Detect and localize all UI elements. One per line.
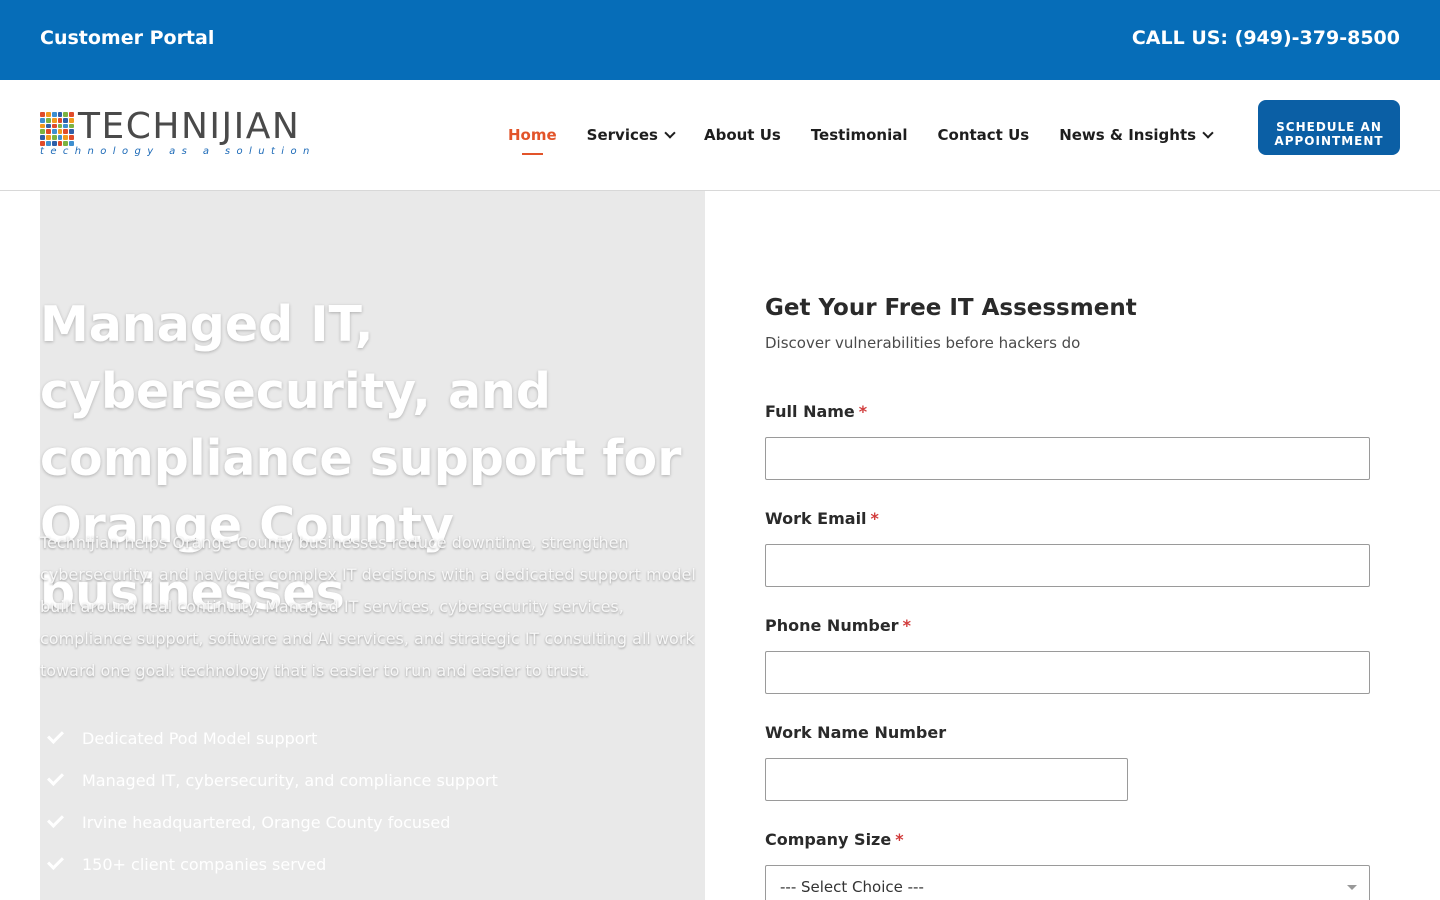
- nav-services[interactable]: Services: [586, 126, 676, 144]
- chevron-down-icon: [664, 126, 676, 139]
- bullet-text: Dedicated Pod Model support: [82, 728, 318, 748]
- chevron-down-icon: [1202, 126, 1214, 139]
- call-us-phone-link[interactable]: CALL US: (949)-379-8500: [1132, 27, 1400, 49]
- bullet-text: Irvine headquartered, Orange County focu…: [82, 812, 451, 832]
- nav-testimonial[interactable]: Testimonial: [811, 126, 908, 144]
- logo-mosaic-icon: [40, 112, 74, 146]
- nav-news-insights-label: News & Insights: [1059, 126, 1197, 144]
- work-email-label-text: Work Email: [765, 509, 867, 528]
- full-name-input[interactable]: [765, 437, 1370, 480]
- nav-home-label: Home: [508, 126, 557, 144]
- hero-section: Managed IT, cybersecurity, and complianc…: [40, 191, 705, 900]
- phone-number-label-text: Phone Number: [765, 616, 899, 635]
- nav-testimonial-label: Testimonial: [810, 126, 908, 144]
- list-item: Dedicated Pod Model support: [46, 717, 498, 759]
- nav-home[interactable]: Home: [508, 126, 557, 155]
- work-name-number-input[interactable]: [765, 758, 1128, 801]
- main-nav: Home Services About Us Testimonial Conta…: [508, 126, 1242, 155]
- cta-line-1: SCHEDULE AN: [1276, 120, 1382, 134]
- checkmark-icon: [47, 852, 64, 870]
- logo-wordmark: TECHNIJIAN: [78, 106, 301, 147]
- form-title: Get Your Free IT Assessment: [765, 295, 1137, 321]
- work-email-label: Work Email *: [765, 509, 879, 528]
- hero-description: Technijian helps Orange County businesse…: [40, 533, 696, 680]
- company-size-select[interactable]: --- Select Choice ---: [765, 865, 1370, 900]
- cta-line-2: APPOINTMENT: [1274, 134, 1384, 148]
- company-size-label: Company Size *: [765, 830, 904, 849]
- list-item: 150+ client companies served: [46, 843, 498, 885]
- required-marker: *: [870, 509, 879, 528]
- list-item: Irvine headquartered, Orange County focu…: [46, 801, 498, 843]
- hero-bullet-list: Dedicated Pod Model support Managed IT, …: [46, 717, 498, 885]
- logo-tagline: technology as a solution: [40, 146, 316, 157]
- site-header: TECHNIJIAN technology as a solution Home…: [0, 80, 1440, 191]
- form-subtitle: Discover vulnerabilities before hackers …: [765, 334, 1081, 352]
- checkmark-icon: [47, 810, 64, 828]
- full-name-label: Full Name *: [765, 402, 867, 421]
- required-marker: *: [895, 830, 904, 849]
- phone-number-label: Phone Number *: [765, 616, 911, 635]
- company-size-label-text: Company Size: [765, 830, 892, 849]
- full-name-label-text: Full Name: [765, 402, 855, 421]
- work-email-input[interactable]: [765, 544, 1370, 587]
- checkmark-icon: [47, 726, 64, 744]
- nav-news-insights[interactable]: News & Insights: [1059, 126, 1214, 144]
- bullet-text: 150+ client companies served: [82, 854, 327, 874]
- required-marker: *: [858, 402, 868, 421]
- technijian-logo[interactable]: TECHNIJIAN technology as a solution: [40, 106, 309, 160]
- bullet-text: Managed IT, cybersecurity, and complianc…: [82, 770, 498, 790]
- nav-contact-us[interactable]: Contact Us: [938, 126, 1030, 144]
- company-size-selected-value: --- Select Choice ---: [780, 878, 924, 896]
- assessment-form: Get Your Free IT Assessment Discover vul…: [765, 191, 1370, 900]
- phone-number-input[interactable]: [765, 651, 1370, 694]
- dropdown-caret-icon: [1347, 885, 1357, 890]
- nav-about-us-label: About Us: [703, 126, 781, 144]
- checkmark-icon: [47, 768, 64, 786]
- work-name-number-label-text: Work Name Number: [765, 723, 947, 742]
- work-name-number-label: Work Name Number: [765, 723, 946, 742]
- schedule-appointment-button[interactable]: SCHEDULE AN APPOINTMENT: [1258, 100, 1400, 155]
- list-item: Managed IT, cybersecurity, and complianc…: [46, 759, 498, 801]
- top-bar: Customer Portal CALL US: (949)-379-8500: [0, 0, 1440, 80]
- nav-services-label: Services: [586, 126, 658, 144]
- customer-portal-link[interactable]: Customer Portal: [40, 27, 214, 49]
- nav-contact-us-label: Contact Us: [937, 126, 1030, 144]
- nav-about-us[interactable]: About Us: [704, 126, 781, 144]
- required-marker: *: [902, 616, 911, 635]
